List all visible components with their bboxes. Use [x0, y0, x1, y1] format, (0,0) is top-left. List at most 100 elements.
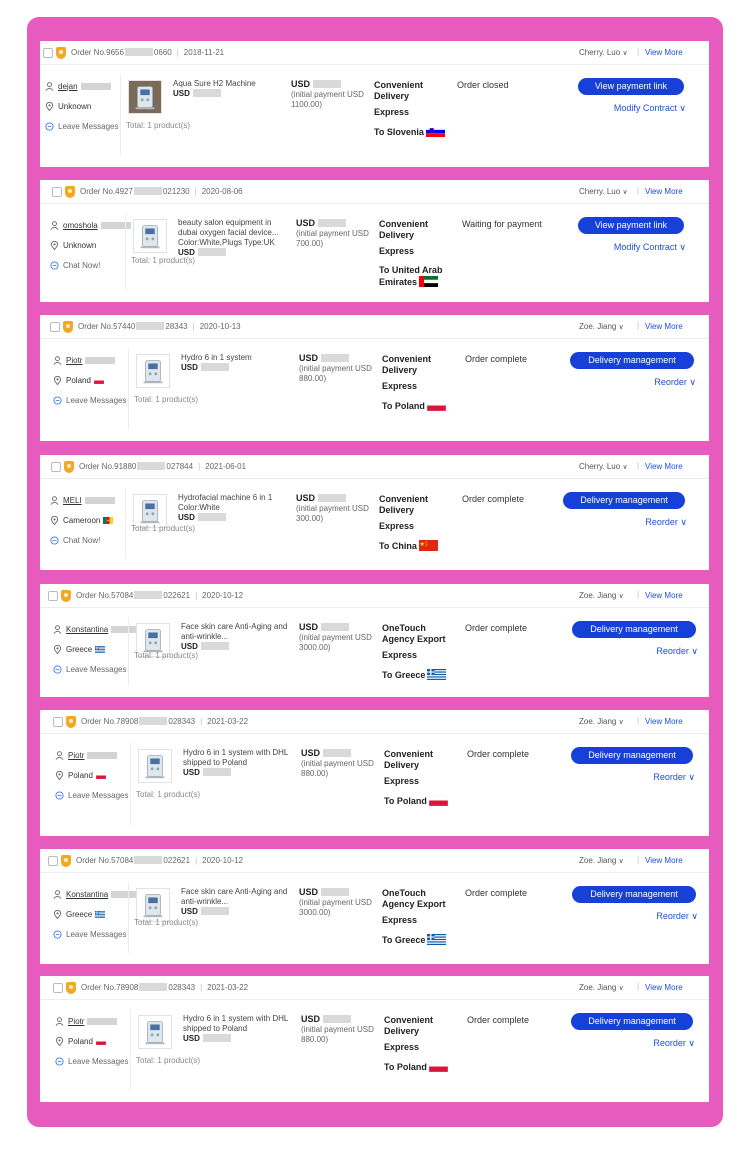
- header-divider: |: [637, 186, 640, 195]
- product-info: Face skin care Anti-Aging and anti-wrink…: [134, 622, 296, 660]
- secondary-action-link[interactable]: Reorder ∨: [653, 772, 695, 783]
- buyer-name[interactable]: Piotr: [68, 1017, 84, 1026]
- secondary-action-link[interactable]: Modify Contract ∨: [614, 242, 686, 253]
- order-card: Order No.78908 028343 | 2021-03-22 Zoe. Jia…: [40, 976, 709, 1102]
- agent-dropdown[interactable]: Cherry. Luo ∨: [579, 187, 628, 196]
- primary-action-button[interactable]: Delivery management: [570, 352, 694, 369]
- secondary-action-link[interactable]: Reorder ∨: [653, 1038, 695, 1049]
- product-thumbnail[interactable]: [136, 888, 170, 922]
- primary-action-button[interactable]: View payment link: [578, 217, 684, 234]
- chevron-down-icon: ∨: [618, 985, 624, 992]
- order-date: 2020-10-13: [199, 322, 241, 331]
- order-status: Order complete: [465, 623, 528, 633]
- price-info: USD (initial payment USD 880.00): [301, 748, 383, 779]
- select-checkbox[interactable]: [53, 717, 63, 727]
- message-link[interactable]: Leave Messages: [68, 1057, 128, 1066]
- view-more-link[interactable]: View More: [645, 462, 683, 471]
- agent-name: Zoe. Jiang: [579, 591, 617, 600]
- view-more-link[interactable]: View More: [645, 717, 683, 726]
- secondary-action-link[interactable]: Reorder ∨: [654, 377, 696, 388]
- user-icon: [50, 220, 59, 230]
- message-link[interactable]: Leave Messages: [66, 396, 126, 405]
- product-info: beauty salon equipment in dubai oxygen f…: [131, 218, 293, 265]
- chevron-down-icon: ∨: [622, 464, 628, 471]
- primary-action-button[interactable]: Delivery management: [571, 1013, 693, 1030]
- select-checkbox[interactable]: [43, 48, 53, 58]
- column-divider: [125, 488, 126, 559]
- primary-action-button[interactable]: Delivery management: [572, 886, 696, 903]
- view-more-link[interactable]: View More: [645, 983, 683, 992]
- view-more-link[interactable]: View More: [645, 856, 683, 865]
- buyer-name[interactable]: omoshola: [63, 221, 98, 230]
- view-more-link[interactable]: View More: [645, 187, 683, 196]
- product-title[interactable]: Hydro 6 in 1 system with DHL shipped to …: [183, 1014, 298, 1034]
- initial-payment-amount: 880.00): [299, 374, 327, 383]
- chevron-down-icon: ∨: [618, 858, 624, 865]
- view-more-link[interactable]: View More: [645, 322, 683, 331]
- agent-dropdown[interactable]: Cherry. Luo ∨: [579, 462, 628, 471]
- buyer-name[interactable]: MELI: [63, 496, 82, 505]
- product-title[interactable]: Hydro 6 in 1 system: [181, 353, 296, 363]
- order-header: Order No.57084 022621 | 2020-10-12 Zoe. Jia…: [40, 584, 709, 608]
- total-products: Total: 1 product(s): [136, 1056, 201, 1065]
- buyer-name[interactable]: dejan: [58, 82, 78, 91]
- message-link[interactable]: Leave Messages: [66, 665, 126, 674]
- secondary-action-link[interactable]: Reorder ∨: [656, 646, 698, 657]
- secondary-action-link[interactable]: Reorder ∨: [656, 911, 698, 922]
- select-checkbox[interactable]: [48, 591, 58, 601]
- select-checkbox[interactable]: [53, 983, 63, 993]
- message-link[interactable]: Leave Messages: [58, 122, 118, 131]
- select-checkbox[interactable]: [50, 322, 60, 332]
- select-checkbox[interactable]: [48, 856, 58, 866]
- product-thumbnail[interactable]: [128, 80, 162, 114]
- product-title[interactable]: Hydrofacial machine 6 in 1: [178, 493, 293, 503]
- agent-dropdown[interactable]: Cherry. Luo ∨: [579, 48, 628, 57]
- buyer-name[interactable]: Konstantina: [66, 890, 108, 899]
- message-link[interactable]: Chat Now!: [63, 261, 100, 270]
- chat-icon: [53, 395, 62, 405]
- product-thumbnail[interactable]: [138, 1015, 172, 1049]
- agent-dropdown[interactable]: Zoe. Jiang ∨: [579, 717, 624, 726]
- ship-method: Convenient Delivery: [384, 749, 434, 770]
- secondary-action-link[interactable]: Reorder ∨: [645, 517, 687, 528]
- secondary-action-label: Reorder: [645, 517, 678, 527]
- buyer-info: Piotr Poland Leave Messages: [53, 354, 126, 414]
- redacted-block: [87, 1017, 118, 1025]
- agent-dropdown[interactable]: Zoe. Jiang ∨: [579, 591, 624, 600]
- agent-dropdown[interactable]: Zoe. Jiang ∨: [579, 856, 624, 865]
- view-more-link[interactable]: View More: [645, 591, 683, 600]
- column-divider: [128, 617, 129, 686]
- primary-action-button[interactable]: Delivery management: [572, 621, 696, 638]
- message-link[interactable]: Leave Messages: [68, 791, 128, 800]
- buyer-name[interactable]: Piotr: [66, 356, 82, 365]
- message-link[interactable]: Leave Messages: [66, 930, 126, 939]
- agent-name: Cherry. Luo: [579, 462, 621, 471]
- initial-payment-amount: 700.00): [296, 239, 324, 248]
- primary-action-button[interactable]: View payment link: [578, 78, 684, 95]
- product-thumbnail[interactable]: [133, 219, 167, 253]
- order-date: 2021-03-22: [207, 983, 249, 992]
- buyer-name[interactable]: Piotr: [68, 751, 84, 760]
- order-number-suffix: 0660: [153, 48, 172, 57]
- product-title[interactable]: Face skin care Anti-Aging and anti-wrink…: [181, 622, 296, 642]
- product-title[interactable]: Face skin care Anti-Aging and anti-wrink…: [181, 887, 296, 907]
- header-divider: |: [637, 716, 640, 725]
- buyer-name[interactable]: Konstantina: [66, 625, 108, 634]
- secondary-action-link[interactable]: Modify Contract ∨: [614, 103, 686, 114]
- select-checkbox[interactable]: [51, 462, 61, 472]
- user-icon: [55, 1016, 64, 1026]
- select-checkbox[interactable]: [52, 187, 62, 197]
- product-thumbnail[interactable]: [133, 494, 167, 528]
- primary-action-button[interactable]: Delivery management: [563, 492, 685, 509]
- product-title[interactable]: beauty salon equipment in dubai oxygen f…: [178, 218, 293, 238]
- primary-action-button[interactable]: Delivery management: [571, 747, 693, 764]
- product-thumbnail[interactable]: [138, 749, 172, 783]
- message-link[interactable]: Chat Now!: [63, 536, 100, 545]
- product-title[interactable]: Hydro 6 in 1 system with DHL shipped to …: [183, 748, 298, 768]
- agent-dropdown[interactable]: Zoe. Jiang ∨: [579, 322, 624, 331]
- product-thumbnail[interactable]: [136, 354, 170, 388]
- product-title[interactable]: Aqua Sure H2 Machine: [173, 79, 288, 89]
- buyer-location: Poland: [66, 375, 91, 385]
- view-more-link[interactable]: View More: [645, 48, 683, 57]
- agent-dropdown[interactable]: Zoe. Jiang ∨: [579, 983, 624, 992]
